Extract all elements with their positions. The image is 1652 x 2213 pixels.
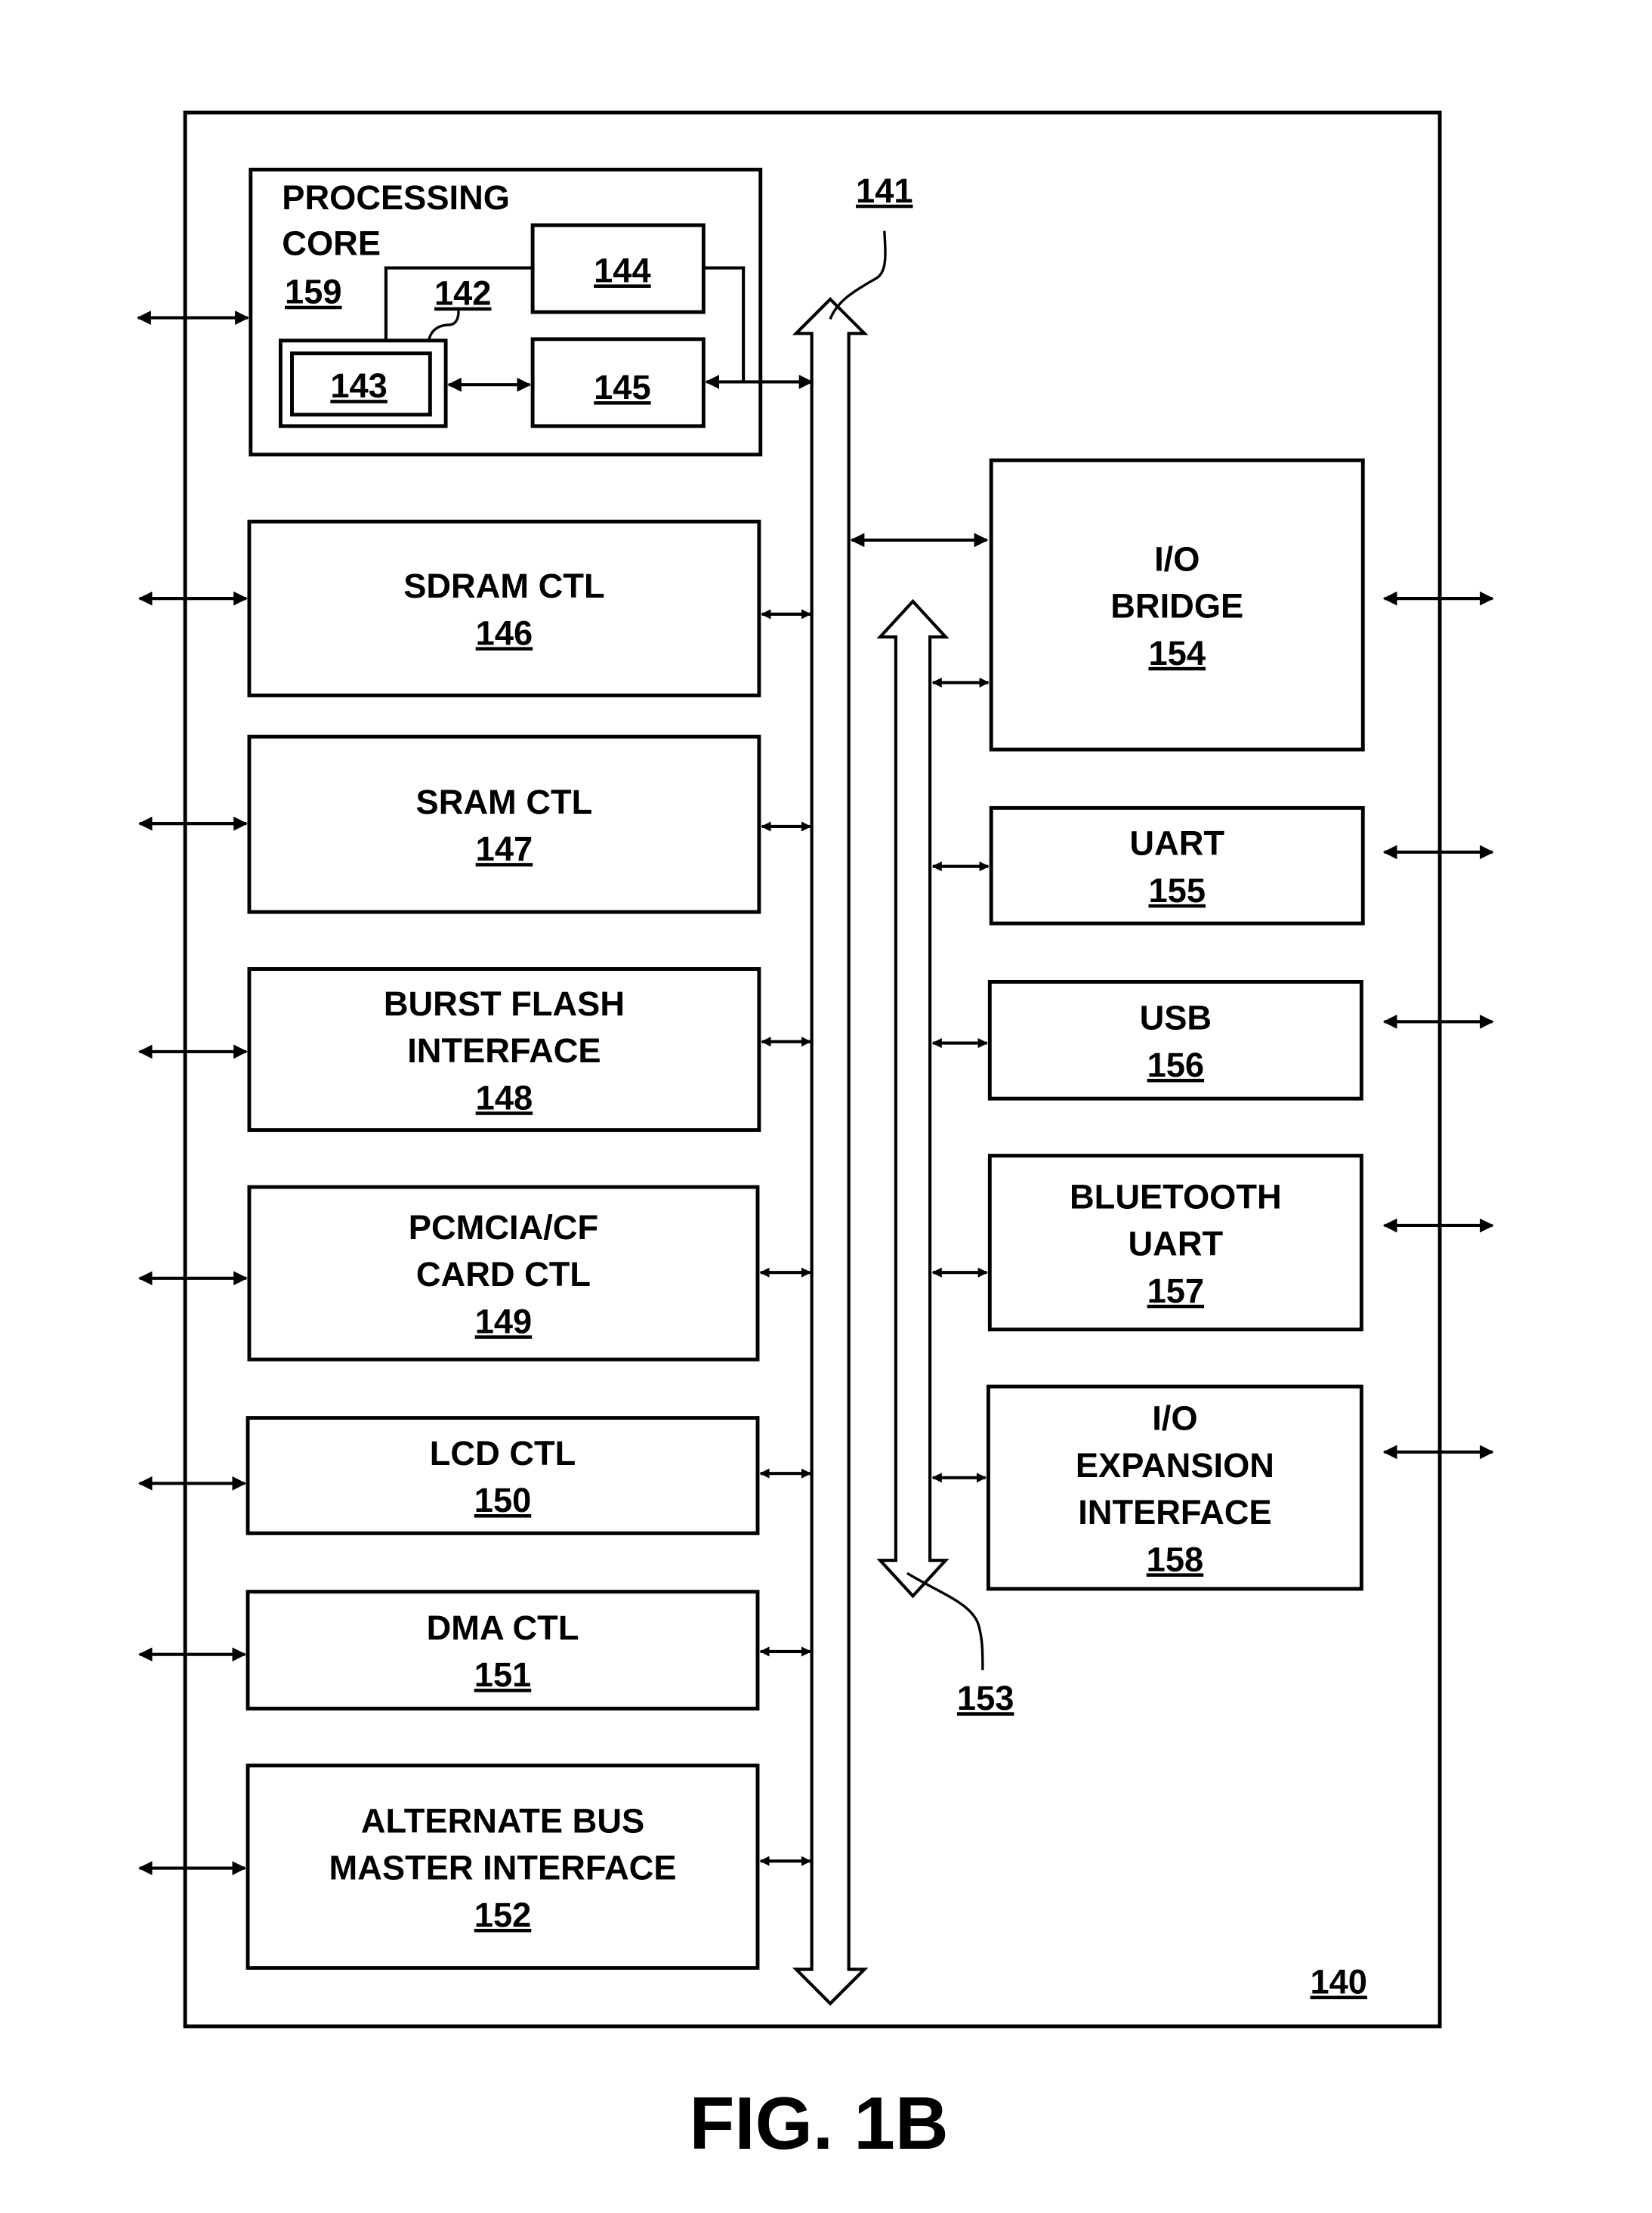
alternate-bus-master-interface-152-ref: 152 (474, 1896, 531, 1934)
bluetooth-uart-157-label-line1: BLUETOOTH (1070, 1177, 1282, 1216)
pcmcia-cf-card-ctl-149-ref: 149 (475, 1302, 532, 1340)
burst-flash-interface-148-label-line1: BURST FLASH (384, 984, 625, 1023)
dma-ctl-151-ref: 151 (474, 1655, 531, 1694)
i-o-expansion-interface-158-ref: 158 (1147, 1540, 1203, 1578)
sdram-ctl-146-box (247, 519, 761, 697)
usb-156-ref: 156 (1147, 1046, 1204, 1084)
system-ref-label: 140 (1310, 1963, 1366, 2001)
i-o-expansion-interface-158-label-line1: I/O (1152, 1399, 1197, 1438)
block-145-ref: 145 (594, 368, 650, 406)
block-diagram: 140 PROCESSING CORE 159 144 143 142 145 … (136, 110, 1494, 2165)
bluetooth-uart-157-label-line2: UART (1129, 1225, 1224, 1263)
sram-ctl-147-label-line1: SRAM CTL (416, 783, 593, 821)
block-143-ref: 143 (330, 366, 387, 405)
burst-flash-interface-148-ref: 148 (476, 1078, 533, 1117)
i-o-expansion-interface-158-label-line2: EXPANSION (1076, 1446, 1274, 1485)
i-o-bridge-154-label-line2: BRIDGE (1110, 587, 1243, 626)
block-142-ref: 142 (434, 274, 491, 313)
dma-ctl-151-label-line1: DMA CTL (427, 1609, 579, 1647)
processing-core-title-line2: CORE (282, 224, 381, 263)
processing-core-ref: 159 (285, 273, 341, 311)
uart-155-label-line1: UART (1129, 824, 1224, 863)
lcd-ctl-150-label-line1: LCD CTL (430, 1434, 576, 1473)
alternate-bus-master-interface-152-label-line1: ALTERNATE BUS (361, 1801, 644, 1840)
processing-core-title-line1: PROCESSING (282, 178, 510, 217)
io-bus-ref: 153 (957, 1679, 1014, 1717)
sdram-ctl-146-label-line1: SDRAM CTL (403, 567, 604, 605)
figure-caption: FIG. 1B (689, 2082, 948, 2165)
bluetooth-uart-157-ref: 157 (1147, 1272, 1204, 1310)
i-o-bridge-154-ref: 154 (1148, 634, 1205, 672)
alternate-bus-master-interface-152-label-line2: MASTER INTERFACE (329, 1849, 677, 1887)
pcmcia-cf-card-ctl-149-label-line2: CARD CTL (416, 1255, 591, 1293)
lcd-ctl-150-ref: 150 (474, 1481, 531, 1519)
i-o-expansion-interface-158-label-line3: INTERFACE (1078, 1493, 1271, 1531)
sdram-ctl-146-ref: 146 (476, 614, 533, 652)
usb-156-label-line1: USB (1140, 999, 1212, 1037)
pcmcia-cf-card-ctl-149-label-line1: PCMCIA/CF (409, 1208, 598, 1247)
burst-flash-interface-148-label-line2: INTERFACE (407, 1031, 601, 1070)
sram-ctl-147-ref: 147 (476, 830, 533, 868)
sram-ctl-147-box (247, 734, 761, 914)
block-144-ref: 144 (594, 251, 650, 289)
i-o-bridge-154-label-line1: I/O (1154, 539, 1200, 578)
uart-155-ref: 155 (1148, 871, 1205, 910)
main-bus-ref: 141 (856, 172, 912, 210)
